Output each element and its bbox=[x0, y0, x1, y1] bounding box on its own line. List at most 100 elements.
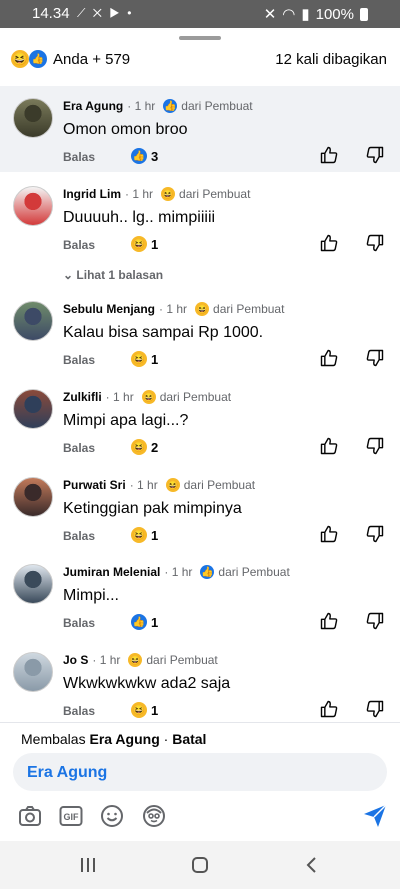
status-right: ✕ ◠ ▮ 100% bbox=[264, 5, 368, 23]
upvote-icon[interactable] bbox=[319, 233, 339, 253]
share-count[interactable]: 12 kali dibagikan bbox=[275, 51, 387, 68]
comment-meta: Jo S · 1 hr 😆 dari Pembuat bbox=[63, 653, 218, 667]
comment-reaction-count[interactable]: 👍 1 bbox=[131, 614, 158, 630]
reaction-summary[interactable]: 😆 👍 Anda + 579 12 kali dibagikan bbox=[11, 48, 387, 70]
downvote-icon[interactable] bbox=[365, 524, 385, 544]
upvote-icon[interactable] bbox=[319, 436, 339, 456]
commenter-name[interactable]: Ingrid Lim bbox=[63, 187, 121, 201]
comment-time: · 1 hr bbox=[164, 565, 193, 579]
avatar[interactable] bbox=[13, 186, 53, 226]
like-reaction-icon: 👍 bbox=[29, 50, 47, 68]
commenter-name[interactable]: Sebulu Menjang bbox=[63, 302, 155, 316]
author-reaction-label: dari Pembuat bbox=[183, 478, 256, 492]
status-time: 14.34 bbox=[32, 5, 70, 22]
downvote-icon[interactable] bbox=[365, 436, 385, 456]
haha-reaction-icon: 😆 bbox=[131, 527, 147, 543]
reply-button[interactable]: Balas bbox=[63, 150, 95, 164]
haha-reaction-icon: 😆 bbox=[131, 439, 147, 455]
comment-reaction-count[interactable]: 😆 1 bbox=[131, 527, 158, 543]
reply-button[interactable]: Balas bbox=[63, 616, 95, 630]
haha-reaction-icon: 😆 bbox=[141, 390, 156, 404]
comment-item: Era Agung · 1 hr 👍 dari Pembuat Omon omo… bbox=[0, 86, 400, 172]
comment-text: Omon omon broo bbox=[63, 121, 188, 138]
reply-button[interactable]: Balas bbox=[63, 238, 95, 252]
avatar[interactable] bbox=[13, 652, 53, 692]
avatar[interactable] bbox=[13, 389, 53, 429]
comment-meta: Purwati Sri · 1 hr 😆 dari Pembuat bbox=[63, 478, 255, 492]
haha-reaction-icon: 😆 bbox=[11, 50, 29, 68]
comment-item: Jo S · 1 hr 😆 dari Pembuat Wkwkwkwkw ada… bbox=[0, 640, 400, 726]
reply-composer: Membalas Era Agung · Batal Era Agung GIF bbox=[0, 722, 400, 841]
upvote-icon[interactable] bbox=[319, 611, 339, 631]
downvote-icon[interactable] bbox=[365, 145, 385, 165]
comment-item: Purwati Sri · 1 hr 😆 dari Pembuat Keting… bbox=[0, 465, 400, 551]
comment-reaction-count[interactable]: 😆 1 bbox=[131, 236, 158, 252]
reaction-count: Anda + 579 bbox=[53, 50, 131, 68]
author-reaction-label: dari Pembuat bbox=[159, 390, 232, 404]
comments-sheet: 😆 👍 Anda + 579 12 kali dibagikan Era Agu… bbox=[0, 28, 400, 841]
downvote-icon[interactable] bbox=[365, 233, 385, 253]
like-reaction-icon: 👍 bbox=[200, 565, 215, 579]
home-icon[interactable] bbox=[188, 853, 212, 877]
upvote-icon[interactable] bbox=[319, 145, 339, 165]
gif-icon[interactable]: GIF bbox=[58, 803, 84, 829]
comment-meta: Jumiran Melenial · 1 hr 👍 dari Pembuat bbox=[63, 565, 290, 579]
author-reaction-label: dari Pembuat bbox=[218, 565, 290, 579]
upvote-icon[interactable] bbox=[319, 524, 339, 544]
commenter-name[interactable]: Era Agung bbox=[63, 99, 123, 113]
svg-text:GIF: GIF bbox=[64, 812, 80, 822]
comment-text: Duuuuh.. lg.. mimpiiiii bbox=[63, 209, 216, 226]
like-reaction-icon: 👍 bbox=[163, 99, 178, 113]
comment-text: Mimpi... bbox=[63, 587, 119, 604]
comment-reaction-count[interactable]: 😆 2 bbox=[131, 439, 158, 455]
downvote-icon[interactable] bbox=[365, 611, 385, 631]
comment-meta: Ingrid Lim · 1 hr 😆 dari Pembuat bbox=[63, 187, 250, 201]
emoji-icon[interactable] bbox=[99, 803, 125, 829]
comment-item: Ingrid Lim · 1 hr 😆 dari Pembuat Duuuuh.… bbox=[0, 174, 400, 260]
avatar[interactable] bbox=[13, 98, 53, 138]
comment-reaction-count[interactable]: 😆 1 bbox=[131, 351, 158, 367]
back-icon[interactable] bbox=[300, 853, 324, 877]
commenter-name[interactable]: Jo S bbox=[63, 653, 88, 667]
signal-icon: ▮ bbox=[301, 6, 310, 23]
reply-button[interactable]: Balas bbox=[63, 704, 95, 718]
comment-time: · 1 hr bbox=[127, 99, 156, 113]
status-bar: 14.34 ⟋ ✕ ▶ • ✕ ◠ ▮ 100% bbox=[0, 0, 400, 28]
comment-reaction-count[interactable]: 😆 1 bbox=[131, 702, 158, 718]
send-icon[interactable] bbox=[362, 803, 388, 829]
drag-handle[interactable] bbox=[179, 36, 221, 40]
commenter-name[interactable]: Purwati Sri bbox=[63, 478, 126, 492]
avatar[interactable] bbox=[13, 301, 53, 341]
upvote-icon[interactable] bbox=[319, 348, 339, 368]
replying-indicator: Membalas Era Agung · Batal bbox=[21, 731, 207, 747]
recent-apps-icon[interactable] bbox=[76, 853, 100, 877]
haha-reaction-icon: 😆 bbox=[131, 351, 147, 367]
comment-item: Sebulu Menjang · 1 hr 😆 dari Pembuat Kal… bbox=[0, 289, 400, 375]
upvote-icon[interactable] bbox=[319, 699, 339, 719]
downvote-icon[interactable] bbox=[365, 699, 385, 719]
reply-button[interactable]: Balas bbox=[63, 353, 95, 367]
avatar[interactable] bbox=[13, 564, 53, 604]
view-replies-link[interactable]: ⌄ Lihat 1 balasan bbox=[63, 268, 163, 282]
avatar[interactable] bbox=[13, 477, 53, 517]
comment-reaction-count[interactable]: 👍 3 bbox=[131, 148, 158, 164]
comment-time: · 1 hr bbox=[125, 187, 154, 201]
haha-reaction-icon: 😆 bbox=[131, 236, 147, 252]
camera-icon[interactable] bbox=[17, 803, 43, 829]
notification-icons: ⟋ ✕ ▶ • bbox=[77, 6, 134, 20]
chevron-down-icon: ⌄ bbox=[63, 268, 74, 282]
commenter-name[interactable]: Zulkifli bbox=[63, 390, 102, 404]
comment-meta: Era Agung · 1 hr 👍 dari Pembuat bbox=[63, 99, 253, 113]
comment-time: · 1 hr bbox=[92, 653, 121, 667]
reply-button[interactable]: Balas bbox=[63, 529, 95, 543]
avatar-sticker-icon[interactable] bbox=[141, 803, 167, 829]
cancel-reply-link[interactable]: Batal bbox=[172, 731, 206, 747]
downvote-icon[interactable] bbox=[365, 348, 385, 368]
comment-text: Kalau bisa sampai Rp 1000. bbox=[63, 324, 264, 341]
replying-to-name: Era Agung bbox=[89, 731, 160, 747]
reply-button[interactable]: Balas bbox=[63, 441, 95, 455]
comment-input[interactable]: Era Agung bbox=[13, 753, 387, 791]
commenter-name[interactable]: Jumiran Melenial bbox=[63, 565, 160, 579]
system-navigation-bar bbox=[0, 841, 400, 889]
comment-meta: Zulkifli · 1 hr 😆 dari Pembuat bbox=[63, 390, 231, 404]
